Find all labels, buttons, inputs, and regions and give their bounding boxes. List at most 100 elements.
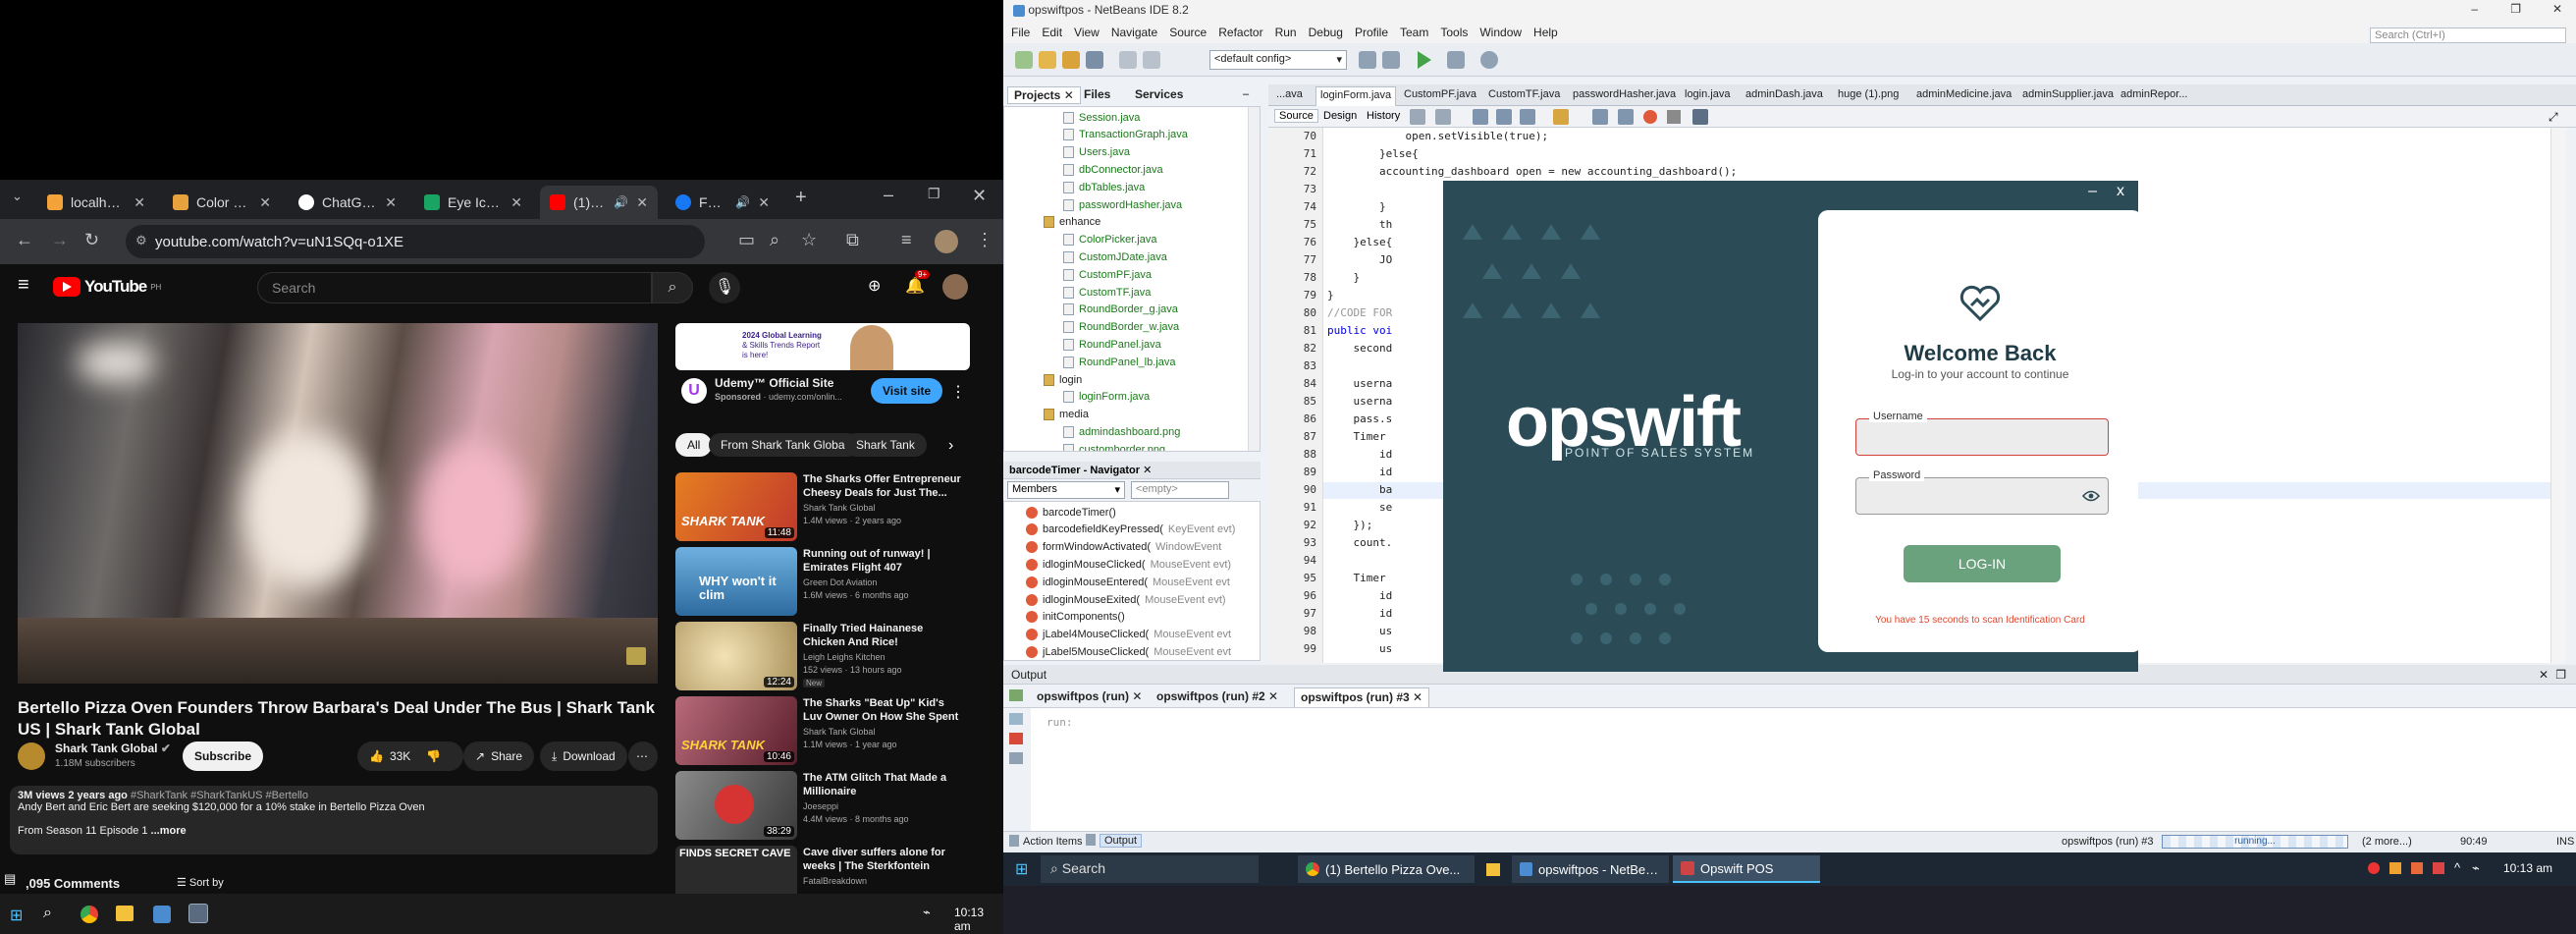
close-tab-icon[interactable]: ✕ [1143, 465, 1152, 476]
navigator-member[interactable]: initComponents() [1026, 609, 1130, 626]
chrome-taskbar-icon[interactable] [80, 906, 98, 923]
navigator-member[interactable]: barcodefieldKeyPressed(KeyEvent evt) [1026, 522, 1235, 538]
tree-file[interactable]: dbTables.java [1063, 179, 1145, 195]
design-mode-button[interactable]: Design [1323, 110, 1357, 122]
tree-file[interactable]: RoundBorder_w.java [1063, 319, 1179, 336]
recommendation-item[interactable]: SHARK TANK 10:46 The Sharks "Beat Up" Ki… [675, 696, 970, 767]
tree-file[interactable]: ColorPicker.java [1063, 232, 1156, 248]
tray-app-icon[interactable] [2389, 862, 2401, 874]
undo-icon[interactable] [1119, 51, 1137, 69]
redo-icon[interactable] [1143, 51, 1160, 69]
navigator-member[interactable]: jLabel5MouseClicked(MouseEvent evt [1026, 643, 1231, 660]
editor-tab[interactable]: CustomPF.java [1400, 86, 1480, 106]
file-explorer-icon[interactable] [116, 906, 134, 921]
video-player[interactable] [18, 323, 658, 684]
tree-file[interactable]: customborder.png [1063, 441, 1165, 451]
menu-refactor[interactable]: Refactor [1218, 26, 1262, 39]
rec-channel[interactable]: Shark Tank Global [803, 503, 965, 513]
reload-icon[interactable]: ↻ [84, 230, 99, 250]
editor-tab[interactable]: login.java [1681, 86, 1738, 106]
tree-package[interactable]: media [1044, 407, 1089, 423]
rec-channel[interactable]: FatalBreakdown [803, 876, 965, 886]
menu-team[interactable]: Team [1400, 26, 1428, 39]
history-mode-button[interactable]: History [1367, 110, 1400, 122]
tree-file[interactable]: Session.java [1063, 109, 1140, 126]
profile-avatar[interactable] [935, 230, 958, 253]
editor-tab[interactable]: passwordHasher.java [1569, 86, 1677, 106]
notifications-icon[interactable]: 🔔 [905, 276, 925, 296]
comment-icon[interactable] [1692, 109, 1708, 125]
restore-icon[interactable]: ❐ [928, 186, 940, 202]
editor-tab[interactable]: loginForm.java [1315, 86, 1396, 106]
speaker-icon[interactable]: 🔊 [614, 195, 628, 209]
new-file-icon[interactable] [1015, 51, 1033, 69]
tree-file[interactable]: dbConnector.java [1063, 161, 1163, 178]
tree-file[interactable]: RoundPanel.java [1063, 336, 1161, 353]
tray-app-icon[interactable] [2411, 862, 2423, 874]
netbeans-taskbar-icon[interactable] [153, 906, 171, 923]
tree-file[interactable]: admindashboard.png [1063, 423, 1180, 440]
minimize-panel-icon[interactable]: – [1243, 88, 1249, 100]
editor-tab[interactable]: adminRepor... [2117, 86, 2191, 106]
navigator-member[interactable]: idloginMouseEntered(MouseEvent evt [1026, 574, 1230, 590]
ad-banner[interactable]: 2024 Global Learning & Skills Trends Rep… [675, 323, 970, 370]
sort-by-button[interactable]: ☰ Sort by [177, 876, 224, 889]
chip-all[interactable]: All [675, 433, 713, 457]
zoom-icon[interactable]: ⌕ [770, 230, 779, 250]
menu-window[interactable]: Window [1479, 26, 1522, 39]
bookmark-icon[interactable] [1553, 109, 1569, 125]
editor-tab[interactable]: adminMedicine.java [1912, 86, 2014, 106]
stop-macro-icon[interactable] [1667, 110, 1681, 124]
minimize-button[interactable]: – [2088, 183, 2097, 202]
output-tab-run-3[interactable]: opswiftpos (run) #3 ✕ [1294, 687, 1430, 707]
navigator-member[interactable]: idloginMouseClicked(MouseEvent evt) [1026, 556, 1231, 573]
maximize-output-icon[interactable]: ❐ [2555, 668, 2566, 682]
last-edit-icon[interactable] [1410, 109, 1425, 125]
tab-files[interactable]: Files [1078, 86, 1116, 104]
taskbar-search-input[interactable]: ⌕ Search [1041, 855, 1259, 883]
video-thumbnail[interactable]: SHARK TANK 10:46 [675, 696, 797, 765]
menu-file[interactable]: File [1011, 26, 1030, 39]
channel-avatar[interactable] [18, 742, 45, 770]
youtube-logo[interactable]: YouTube PH [53, 277, 161, 297]
close-tab-icon[interactable]: ✕ [1413, 690, 1422, 704]
chrome-tab-eye-icons[interactable]: Eye Icons ✕ [414, 186, 532, 219]
taskbar-app-explorer[interactable] [1478, 855, 1508, 883]
menu-run[interactable]: Run [1275, 26, 1297, 39]
tree-package[interactable]: enhance [1044, 214, 1100, 231]
editor-tab[interactable]: adminDash.java [1742, 86, 1830, 106]
download-button[interactable]: ⤓ Download [540, 742, 627, 771]
chrome-tab-youtube[interactable]: (1) Ber 🔊 ✕ [540, 186, 658, 219]
find-previous-icon[interactable] [1496, 109, 1512, 125]
search-icon[interactable]: ⌕ [652, 272, 693, 303]
save-all-icon[interactable] [1086, 51, 1103, 69]
tree-file[interactable]: loginForm.java [1063, 389, 1150, 406]
output-tab-run-2[interactable]: opswiftpos (run) #2 ✕ [1151, 687, 1284, 707]
config-select[interactable]: <default config> ▾ [1209, 50, 1347, 70]
create-icon[interactable]: ⊕ [868, 276, 881, 296]
record-macro-icon[interactable] [1643, 110, 1657, 124]
network-icon[interactable]: ⌁ [2472, 860, 2480, 876]
menu-edit[interactable]: Edit [1042, 26, 1062, 39]
tree-file[interactable]: RoundPanel_lb.java [1063, 354, 1175, 370]
menu-view[interactable]: View [1074, 26, 1100, 39]
close-tab-icon[interactable]: ✕ [259, 194, 271, 211]
chip-from-channel[interactable]: From Shark Tank Global [709, 433, 860, 457]
run-icon[interactable] [1418, 51, 1431, 69]
clock[interactable]: 10:13 am [2503, 861, 2552, 875]
close-tab-icon[interactable]: ✕ [758, 194, 770, 211]
like-icon[interactable]: 👍 [369, 749, 384, 763]
recommendation-item[interactable]: FINDS SECRET CAVE Cave diver suffers alo… [675, 846, 970, 894]
navigator-member[interactable]: formWindowActivated(WindowEvent [1026, 539, 1221, 556]
show-more-link[interactable]: ...more [151, 825, 187, 837]
editor-tab[interactable]: huge (1).png [1834, 86, 1908, 106]
shift-left-icon[interactable] [1592, 109, 1608, 125]
rec-channel[interactable]: Joeseppi [803, 801, 965, 811]
stop-icon[interactable] [1009, 733, 1023, 744]
close-tab-icon[interactable]: ✕ [1132, 689, 1142, 703]
shift-right-icon[interactable] [1618, 109, 1634, 125]
find-icon[interactable] [1473, 109, 1488, 125]
rec-channel[interactable]: Leigh Leighs Kitchen [803, 652, 965, 662]
chevron-right-icon[interactable]: › [948, 437, 953, 455]
microphone-icon[interactable]: 🎙 [709, 272, 740, 303]
